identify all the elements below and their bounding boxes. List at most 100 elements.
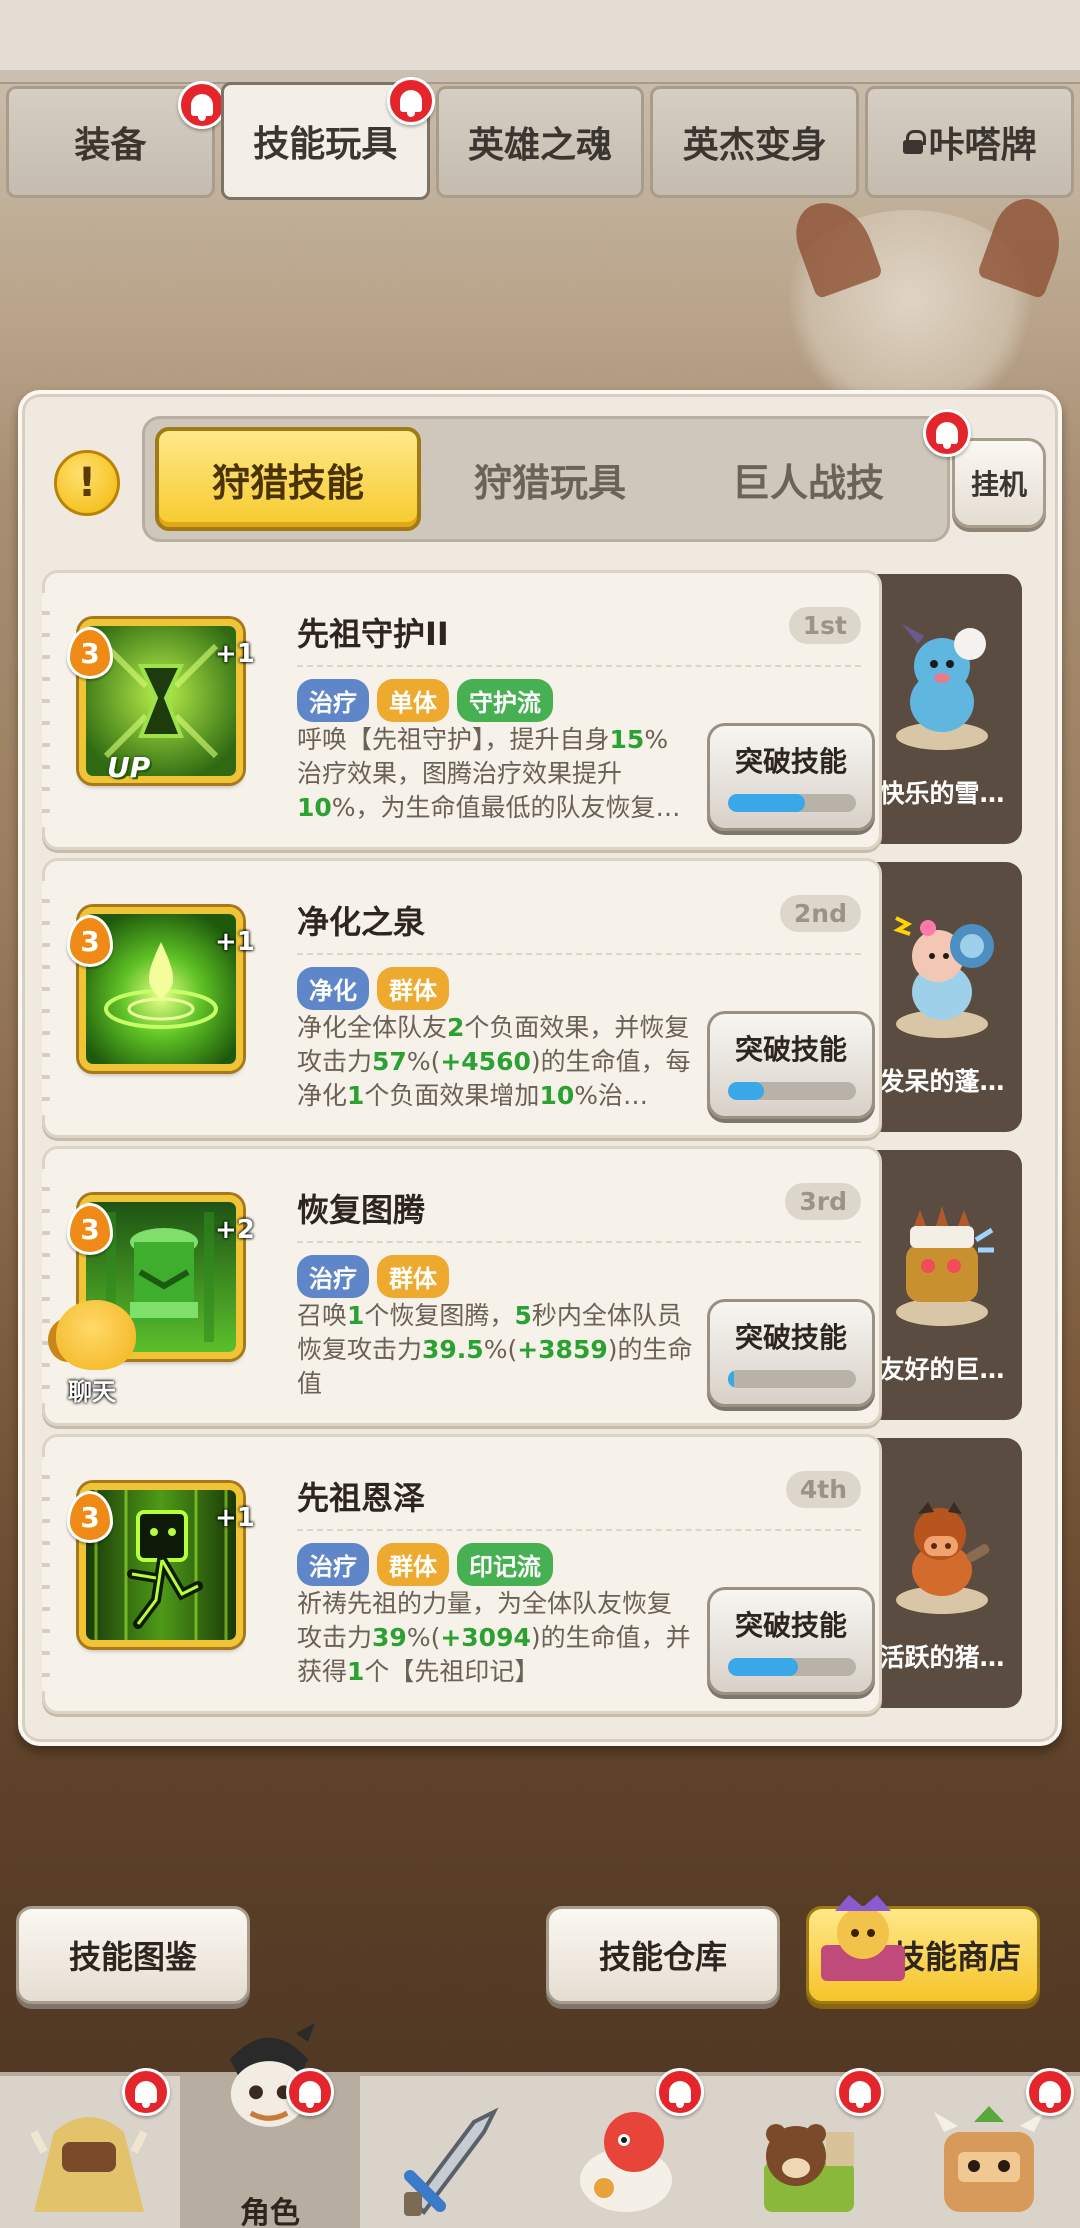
skill-tags: 治疗 单体 守护流 (297, 679, 553, 722)
tab-skill-toys[interactable]: 技能玩具 (220, 77, 435, 200)
sword-icon (404, 2107, 499, 2216)
breakthrough-progress (728, 1370, 856, 1388)
tab-hunting-toys[interactable]: 狩猎玩具 (421, 427, 679, 531)
sub-tab-bar: 狩猎技能 狩猎玩具 巨人战技 (142, 416, 950, 542)
skill-name: 先祖恩泽 (297, 1479, 426, 1517)
skill-warehouse-button[interactable]: 技能仓库 (546, 1906, 780, 2004)
breakthrough-button[interactable]: 突破技能 (707, 1011, 875, 1119)
breakthrough-progress (728, 1082, 856, 1100)
tag: 群体 (377, 1543, 449, 1586)
pet-name: 友好的巨… (879, 1355, 1005, 1384)
skill-description: 净化全体队友2个负面效果，并恢复攻击力57%(+4560)的生命值，每净化1个负… (297, 1013, 691, 1110)
breakthrough-label: 突破技能 (734, 1321, 847, 1354)
rank-badge: 1st (788, 607, 861, 644)
plus-count: +2 (215, 1215, 255, 1245)
breakthrough-progress (728, 794, 856, 812)
tab-equipment[interactable]: 装备 (6, 81, 226, 198)
skill-row: 快乐的雪… 3 +1 UP 先祖守护II 1st 治疗 单体 守护流 呼唤【先祖… (42, 570, 1042, 858)
chat-button[interactable]: 聊天 (48, 1300, 158, 1406)
notification-bell-icon (656, 2068, 704, 2116)
pet-name: 活跃的猪… (879, 1643, 1005, 1672)
tab-hero-transform[interactable]: 英杰变身 (650, 86, 860, 198)
tag: 守护流 (457, 679, 553, 722)
skill-warehouse-label: 技能仓库 (598, 1938, 727, 1976)
divider (297, 1241, 861, 1243)
skill-row: 友好的巨… 3 +2 恢复图腾 3rd 治疗 群体 召唤1个恢复图腾，5秒内全体… (42, 1146, 1042, 1434)
plus-count: +1 (215, 1503, 255, 1533)
breakthrough-button[interactable]: 突破技能 (707, 1299, 875, 1407)
skill-shop-label: 技能商店 (892, 1938, 1021, 1976)
boar-pet-icon (896, 1502, 990, 1614)
info-icon[interactable]: ! (54, 450, 120, 516)
chat-icon (56, 1300, 136, 1370)
breakthrough-progress (728, 1658, 856, 1676)
shop-merchant-icon (821, 1895, 905, 1981)
idle-button[interactable]: 挂机 (923, 409, 1046, 528)
nav-item-hero[interactable] (0, 2068, 180, 2228)
pet-card[interactable]: 活跃的猪… (862, 1438, 1022, 1708)
upgrade-tag: UP (107, 751, 151, 784)
nav-item-character[interactable]: 角色 (180, 2022, 360, 2228)
guild-monster-icon (934, 2106, 1044, 2212)
breakthrough-label: 突破技能 (734, 1609, 847, 1642)
tag: 印记流 (457, 1543, 553, 1586)
divider (297, 665, 861, 667)
notification-bell-icon (1026, 2068, 1074, 2116)
top-tab-bar: 装备 技能玩具 英雄之魂 英杰变身 咔嗒牌 (0, 77, 1080, 202)
tab-label: 技能玩具 (253, 124, 398, 165)
skill-row: 发呆的蓬… 3 +1 净化之泉 2nd 净化 群体 净化全体队友2个负面效果，并… (42, 858, 1042, 1146)
tab-card[interactable]: 咔嗒牌 (865, 86, 1074, 198)
tab-hero-soul[interactable]: 英雄之魂 (435, 86, 645, 198)
divider (297, 1529, 861, 1531)
breakthrough-button[interactable]: 突破技能 (707, 1587, 875, 1695)
skill-codex-button[interactable]: 技能图鉴 (16, 1906, 250, 2004)
notification-bell-icon (923, 409, 971, 457)
skill-row: 活跃的猪… 3 +1 先祖恩泽 4th 治疗 群体 印记流 祈祷先祖的力量，为全… (42, 1434, 1042, 1722)
rank-badge: 2nd (779, 895, 861, 932)
skill-name: 先祖守护II (297, 615, 449, 653)
tag: 治疗 (297, 1543, 369, 1586)
tab-label: 英杰变身 (682, 125, 827, 166)
rank-badge: 4th (785, 1471, 861, 1508)
breakthrough-label: 突破技能 (734, 745, 847, 778)
skill-name: 恢复图腾 (297, 1191, 426, 1229)
skill-tags: 净化 群体 (297, 967, 449, 1010)
tag: 净化 (297, 967, 369, 1010)
tab-hunting-skills[interactable]: 狩猎技能 (155, 427, 421, 531)
idle-button-label: 挂机 (970, 468, 1027, 501)
pet-card[interactable]: 快乐的雪… (862, 574, 1022, 844)
notification-bell-icon (386, 77, 435, 125)
breakthrough-button[interactable]: 突破技能 (707, 723, 875, 831)
tag: 治疗 (297, 1255, 369, 1298)
tag: 群体 (377, 1255, 449, 1298)
skill-description: 祈祷先祖的力量，为全体队友恢复攻击力39%(+3094)的生命值，并获得1个【先… (297, 1589, 691, 1686)
skill-card[interactable]: 3 +1 净化之泉 2nd 净化 群体 净化全体队友2个负面效果，并恢复攻击力5… (42, 858, 882, 1138)
nav-label-character: 角色 (240, 2196, 300, 2228)
tab-label: 装备 (74, 125, 147, 166)
nav-item-home[interactable] (720, 2068, 900, 2228)
tab-label: 咔嗒牌 (928, 125, 1037, 166)
notification-bell-icon (286, 2068, 334, 2116)
tag: 群体 (377, 967, 449, 1010)
skill-tags: 治疗 群体 印记流 (297, 1543, 553, 1586)
pet-card[interactable]: 友好的巨… (862, 1150, 1022, 1420)
skill-card[interactable]: 3 +1 UP 先祖守护II 1st 治疗 单体 守护流 呼唤【先祖守护】，提升… (42, 570, 882, 850)
pet-name: 发呆的蓬… (879, 1067, 1005, 1096)
tab-label: 英雄之魂 (467, 125, 612, 166)
skill-codex-label: 技能图鉴 (68, 1938, 197, 1976)
skill-description: 召唤1个恢复图腾，5秒内全体队员恢复攻击力39.5%(+3859)的生命值 (297, 1301, 693, 1398)
plus-count: +1 (215, 927, 255, 957)
nav-item-weapon[interactable] (360, 2076, 540, 2228)
nav-item-guild[interactable] (900, 2068, 1080, 2228)
skill-card[interactable]: 3 +2 恢复图腾 3rd 治疗 群体 召唤1个恢复图腾，5秒内全体队员恢复攻击… (42, 1146, 882, 1426)
tab-giant-combat[interactable]: 巨人战技 (679, 427, 937, 531)
nav-item-pet[interactable] (540, 2068, 720, 2228)
pet-card[interactable]: 发呆的蓬… (862, 862, 1022, 1132)
skill-card[interactable]: 3 +1 先祖恩泽 4th 治疗 群体 印记流 祈祷先祖的力量，为全体队友恢复攻… (42, 1434, 882, 1714)
tag: 治疗 (297, 679, 369, 722)
notification-bell-icon (177, 81, 226, 129)
skills-panel: ! 狩猎技能 狩猎玩具 巨人战技 挂机 快乐的雪… 3 +1 UP 先祖守护II… (18, 390, 1062, 1746)
skill-shop-button[interactable]: 技能商店 (806, 1895, 1040, 2004)
tag: 单体 (377, 679, 449, 722)
skill-description: 呼唤【先祖守护】，提升自身15%治疗效果，图腾治疗效果提升10%，为生命值最低的… (297, 725, 681, 822)
